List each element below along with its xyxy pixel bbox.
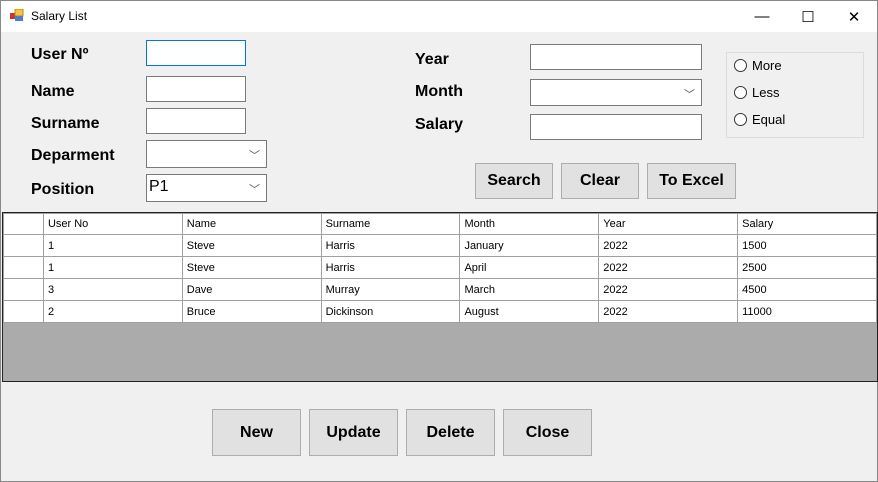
table-row[interactable]: 3 Dave Murray March 2022 4500 (3, 278, 877, 301)
year-label: Year (415, 51, 449, 68)
table-cell[interactable]: Dave (181, 278, 322, 301)
table-cell[interactable]: 1 (42, 256, 183, 279)
table-cell[interactable]: March (459, 278, 600, 301)
user-no-label: User Nº (31, 46, 89, 63)
title-bar: Salary List — ☐ ✕ (1, 1, 877, 32)
column-header[interactable]: Year (598, 213, 739, 235)
year-input[interactable] (530, 44, 702, 70)
column-header[interactable]: Name (181, 213, 322, 235)
name-input[interactable] (146, 76, 246, 102)
minimize-button[interactable]: — (739, 1, 785, 32)
table-cell[interactable]: 2500 (737, 256, 877, 279)
row-header[interactable] (3, 300, 44, 323)
salary-grid[interactable]: User No Name Surname Month Year Salary 1 Steve… (2, 212, 878, 382)
table-cell[interactable]: 2022 (598, 234, 739, 257)
position-label: Position (31, 181, 95, 198)
table-cell[interactable]: Steve (181, 234, 322, 257)
radio-more[interactable]: More (734, 58, 782, 73)
radio-circle-icon (734, 113, 747, 126)
surname-input[interactable] (146, 108, 246, 134)
salary-input[interactable] (530, 114, 702, 140)
column-header[interactable]: Surname (320, 213, 461, 235)
table-cell[interactable]: Bruce (181, 300, 322, 323)
position-select[interactable]: P1 ﹀ (146, 174, 267, 202)
salary-label: Salary (415, 116, 464, 133)
to-excel-button[interactable]: To Excel (647, 163, 736, 199)
table-cell[interactable]: April (459, 256, 600, 279)
table-row[interactable]: 2 Bruce Dickinson August 2022 11000 (3, 300, 877, 323)
table-header: User No Name Surname Month Year Salary (3, 213, 877, 235)
row-header[interactable] (3, 256, 44, 279)
surname-label: Surname (31, 115, 100, 132)
radio-label: More (752, 58, 782, 73)
column-header[interactable]: Month (459, 213, 600, 235)
column-header[interactable]: User No (42, 213, 183, 235)
table-cell[interactable]: 1 (42, 234, 183, 257)
department-label: Deparment (31, 147, 115, 164)
window-title: Salary List (31, 9, 88, 23)
table-cell[interactable]: August (459, 300, 600, 323)
table-cell[interactable]: 2022 (598, 278, 739, 301)
table-cell[interactable]: 2022 (598, 300, 739, 323)
maximize-button[interactable]: ☐ (785, 1, 831, 32)
table-cell[interactable]: Harris (320, 234, 461, 257)
table-cell[interactable]: January (459, 234, 600, 257)
chevron-down-icon: ﹀ (249, 150, 260, 162)
row-header-corner (3, 213, 44, 235)
radio-equal[interactable]: Equal (734, 112, 785, 127)
name-label: Name (31, 83, 75, 100)
month-select[interactable]: ﹀ (530, 79, 702, 106)
department-select[interactable]: ﹀ (146, 140, 267, 168)
comparison-group: More Less Equal (726, 52, 864, 138)
table-row[interactable]: 1 Steve Harris January 2022 1500 (3, 234, 877, 257)
position-value: P1 (149, 178, 169, 195)
row-header[interactable] (3, 278, 44, 301)
table-cell[interactable]: Steve (181, 256, 322, 279)
app-icon (10, 9, 24, 21)
table-cell[interactable]: 11000 (737, 300, 877, 323)
month-label: Month (415, 83, 463, 100)
clear-button[interactable]: Clear (561, 163, 639, 199)
close-button[interactable]: Close (503, 409, 592, 456)
user-no-input[interactable] (146, 40, 246, 66)
table-row[interactable]: 1 Steve Harris April 2022 2500 (3, 256, 877, 279)
table-cell[interactable]: Murray (320, 278, 461, 301)
row-header[interactable] (3, 234, 44, 257)
chevron-down-icon: ﹀ (684, 89, 695, 101)
search-button[interactable]: Search (475, 163, 553, 199)
table-cell[interactable]: Dickinson (320, 300, 461, 323)
table-cell[interactable]: 4500 (737, 278, 877, 301)
radio-circle-icon (734, 59, 747, 72)
column-header[interactable]: Salary (737, 213, 877, 235)
chevron-down-icon: ﹀ (249, 184, 260, 196)
table-cell[interactable]: 1500 (737, 234, 877, 257)
salary-table: User No Name Surname Month Year Salary 1 Steve… (3, 213, 877, 323)
radio-label: Equal (752, 112, 786, 127)
table-cell[interactable]: 3 (42, 278, 183, 301)
radio-less[interactable]: Less (734, 85, 779, 100)
radio-circle-icon (734, 86, 747, 99)
close-window-button[interactable]: ✕ (831, 1, 877, 32)
table-cell[interactable]: 2022 (598, 256, 739, 279)
radio-label: Less (752, 85, 780, 100)
update-button[interactable]: Update (309, 409, 398, 456)
table-cell[interactable]: Harris (320, 256, 461, 279)
table-cell[interactable]: 2 (42, 300, 183, 323)
new-button[interactable]: New (212, 409, 301, 456)
delete-button[interactable]: Delete (406, 409, 495, 456)
